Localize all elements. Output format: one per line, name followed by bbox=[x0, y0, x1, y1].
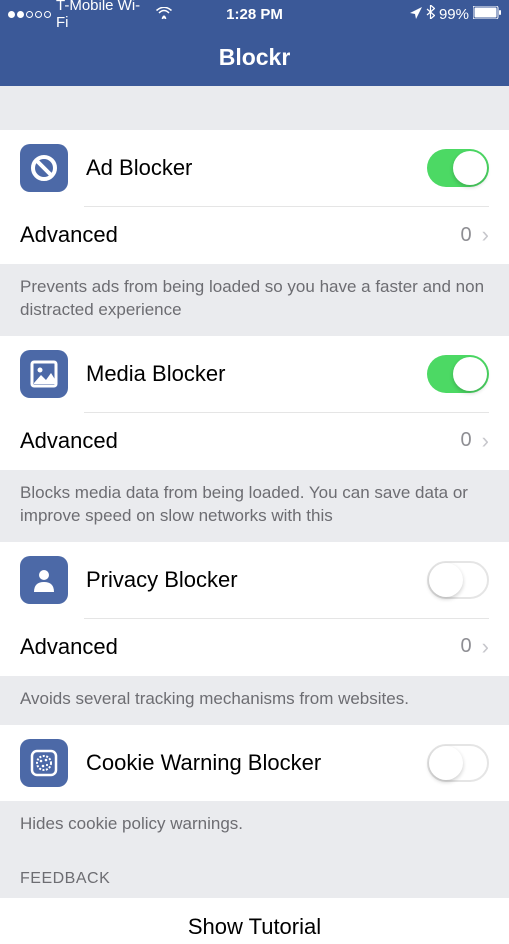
section-media-blocker: Media Blocker Advanced 0 › bbox=[0, 336, 509, 470]
toggle-privacy-blocker[interactable] bbox=[427, 561, 489, 599]
section-footer-privacy: Avoids several tracking mechanisms from … bbox=[0, 676, 509, 725]
battery-label: 99% bbox=[439, 6, 469, 23]
row-privacy-blocker: Privacy Blocker bbox=[0, 542, 509, 618]
advanced-value: 0 bbox=[461, 635, 472, 658]
chevron-right-icon: › bbox=[482, 222, 489, 248]
block-icon bbox=[20, 144, 68, 192]
toggle-media-blocker[interactable] bbox=[427, 355, 489, 393]
section-ad-blocker: Ad Blocker Advanced 0 › bbox=[0, 130, 509, 264]
signal-strength-icon bbox=[8, 11, 51, 18]
section-footer-media: Blocks media data from being loaded. You… bbox=[0, 470, 509, 542]
image-icon bbox=[20, 350, 68, 398]
location-icon bbox=[410, 6, 422, 23]
advanced-value: 0 bbox=[461, 429, 472, 452]
page-title: Blockr bbox=[219, 44, 291, 71]
row-title: Ad Blocker bbox=[86, 155, 427, 181]
cookie-icon bbox=[20, 739, 68, 787]
advanced-label: Advanced bbox=[20, 428, 461, 454]
row-title: Privacy Blocker bbox=[86, 567, 427, 593]
bluetooth-icon bbox=[426, 5, 435, 23]
chevron-right-icon: › bbox=[482, 634, 489, 660]
advanced-label: Advanced bbox=[20, 634, 461, 660]
section-privacy-blocker: Privacy Blocker Advanced 0 › bbox=[0, 542, 509, 676]
toggle-ad-blocker[interactable] bbox=[427, 149, 489, 187]
row-title: Cookie Warning Blocker bbox=[86, 750, 427, 776]
row-cookie-blocker: Cookie Warning Blocker bbox=[0, 725, 509, 801]
carrier-label: T-Mobile Wi-Fi bbox=[56, 0, 151, 31]
section-footer-cookie: Hides cookie policy warnings. bbox=[0, 801, 509, 850]
row-media-blocker: Media Blocker bbox=[0, 336, 509, 412]
section-cookie-blocker: Cookie Warning Blocker bbox=[0, 725, 509, 801]
nav-bar: Blockr bbox=[0, 28, 509, 86]
battery-icon bbox=[473, 6, 501, 23]
section-footer-ad: Prevents ads from being loaded so you ha… bbox=[0, 264, 509, 336]
row-privacy-blocker-advanced[interactable]: Advanced 0 › bbox=[0, 618, 509, 676]
chevron-right-icon: › bbox=[482, 428, 489, 454]
status-bar: T-Mobile Wi-Fi 1:28 PM 99% bbox=[0, 0, 509, 28]
row-title: Media Blocker bbox=[86, 361, 427, 387]
wifi-icon bbox=[156, 6, 172, 23]
row-ad-blocker: Ad Blocker bbox=[0, 130, 509, 206]
advanced-label: Advanced bbox=[20, 222, 461, 248]
time-label: 1:28 PM bbox=[172, 6, 336, 23]
toggle-cookie-blocker[interactable] bbox=[427, 744, 489, 782]
row-ad-blocker-advanced[interactable]: Advanced 0 › bbox=[0, 206, 509, 264]
feedback-header: FEEDBACK bbox=[0, 850, 509, 898]
person-icon bbox=[20, 556, 68, 604]
row-media-blocker-advanced[interactable]: Advanced 0 › bbox=[0, 412, 509, 470]
advanced-value: 0 bbox=[461, 224, 472, 247]
